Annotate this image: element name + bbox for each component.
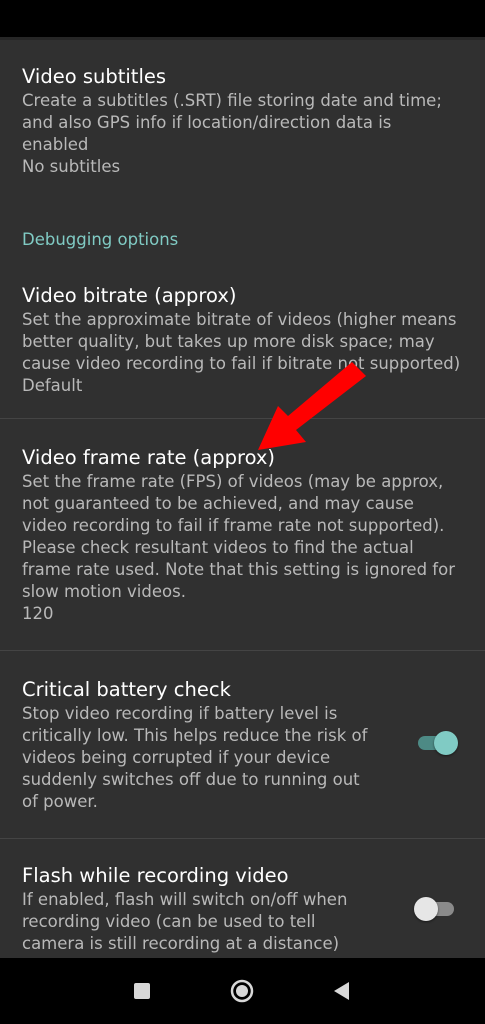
pref-video-bitrate[interactable]: Video bitrate (approx) Set the approxima… — [0, 265, 485, 419]
pref-value: 120 — [22, 604, 54, 623]
triangle-back-icon — [334, 982, 349, 1000]
pref-video-frame-rate[interactable]: Video frame rate (approx) Set the frame … — [0, 419, 485, 651]
pref-summary: Set the frame rate (FPS) of videos (may … — [22, 472, 455, 601]
pref-video-subtitles[interactable]: Video subtitles Create a subtitles (.SRT… — [0, 40, 485, 195]
pref-summary: Stop video recording if battery level is… — [22, 704, 368, 811]
category-debugging-options: Debugging options — [22, 230, 179, 249]
square-icon — [134, 983, 150, 999]
pref-summary: If enabled, flash will switch on/off whe… — [22, 890, 348, 953]
pref-title: Flash while recording video — [22, 864, 289, 887]
pref-summary: Set the approximate bitrate of videos (h… — [22, 310, 461, 373]
flash-recording-switch[interactable] — [414, 895, 458, 923]
status-bar — [0, 0, 485, 37]
home-button[interactable] — [227, 976, 257, 1006]
switch-thumb — [414, 897, 438, 921]
pref-title: Critical battery check — [22, 678, 231, 701]
pref-summary: Create a subtitles (.SRT) file storing d… — [22, 91, 442, 154]
navigation-bar — [0, 958, 485, 1024]
critical-battery-switch[interactable] — [414, 729, 458, 757]
pref-critical-battery-check[interactable]: Critical battery check Stop video record… — [0, 651, 485, 839]
circle-icon — [230, 979, 254, 1003]
pref-value: Default — [22, 376, 83, 395]
settings-list[interactable]: Video subtitles Create a subtitles (.SRT… — [0, 40, 485, 958]
red-arrow-icon — [258, 362, 366, 450]
switch-thumb — [434, 731, 458, 755]
pref-title: Video bitrate (approx) — [22, 284, 237, 307]
back-button[interactable] — [327, 976, 357, 1006]
pref-title: Video frame rate (approx) — [22, 446, 276, 469]
recents-button[interactable] — [127, 976, 157, 1006]
pref-title: Video subtitles — [22, 65, 167, 88]
pref-flash-while-recording[interactable]: Flash while recording video If enabled, … — [0, 839, 485, 958]
pref-value: No subtitles — [22, 157, 121, 176]
